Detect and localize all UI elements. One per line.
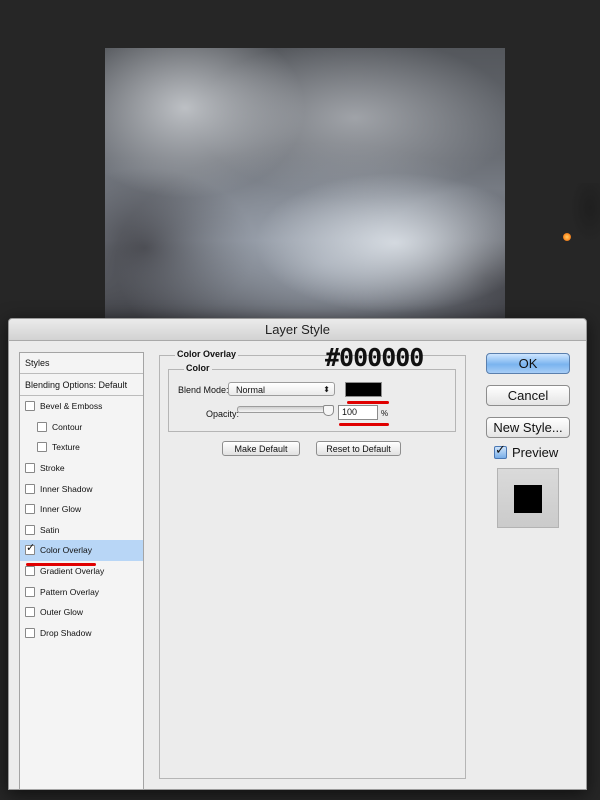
style-item-label: Drop Shadow — [40, 627, 92, 638]
checkbox[interactable] — [25, 463, 35, 474]
style-item-label: Inner Glow — [40, 504, 82, 515]
styles-list-panel: Styles Blending Options: Default Bevel &… — [19, 352, 144, 790]
color-subgroup — [168, 369, 456, 432]
ok-button[interactable]: OK — [486, 353, 570, 374]
style-item-label: Color Overlay — [40, 545, 92, 556]
style-item-label: Stroke — [40, 463, 65, 474]
dialog-title: Layer Style — [9, 319, 586, 341]
blend-mode-select[interactable]: Normal ⬍ — [228, 382, 335, 396]
checkbox[interactable] — [25, 524, 35, 535]
style-item-label: Contour — [52, 421, 83, 432]
checkbox-checked[interactable] — [25, 541, 35, 556]
canvas-image — [105, 48, 600, 330]
overlay-color-swatch[interactable] — [345, 382, 382, 397]
style-item-inner-shadow[interactable]: Inner Shadow — [20, 478, 143, 499]
cancel-button[interactable]: Cancel — [486, 385, 570, 406]
annotation-underline-color-overlay — [26, 563, 96, 566]
checkbox[interactable] — [25, 504, 35, 515]
style-item-label: Satin — [40, 524, 60, 535]
annotation-underline-swatch — [347, 401, 389, 404]
preview-toggle[interactable]: Preview — [494, 443, 559, 460]
opacity-input[interactable]: 100 — [338, 405, 378, 420]
style-item-label: Pattern Overlay — [40, 586, 100, 597]
blend-mode-value: Normal — [236, 385, 266, 395]
hex-annotation: #000000 — [325, 343, 424, 372]
checkbox[interactable] — [25, 627, 35, 638]
reset-to-default-button[interactable]: Reset to Default — [316, 441, 401, 456]
color-overlay-title: Color Overlay — [175, 349, 239, 359]
annotation-underline-opacity — [339, 423, 389, 426]
style-item-label: Inner Shadow — [40, 483, 93, 494]
checkbox[interactable] — [37, 442, 47, 453]
preview-swatch — [514, 485, 542, 513]
style-item-pattern-overlay[interactable]: Pattern Overlay — [20, 581, 143, 602]
style-item-contour[interactable]: Contour — [20, 417, 143, 438]
opacity-slider-thumb[interactable] — [323, 405, 334, 416]
style-item-texture[interactable]: Texture — [20, 437, 143, 458]
checkbox[interactable] — [25, 483, 35, 494]
smoke-plume — [570, 183, 600, 243]
style-item-label: Gradient Overlay — [40, 566, 105, 577]
updown-arrows-icon: ⬍ — [323, 385, 330, 394]
styles-header[interactable]: Styles — [20, 353, 143, 374]
blending-options-item[interactable]: Blending Options: Default — [20, 375, 143, 396]
opacity-unit: % — [381, 409, 389, 418]
opacity-slider-track[interactable] — [237, 406, 334, 413]
preview-checkbox[interactable] — [494, 443, 507, 459]
style-item-drop-shadow[interactable]: Drop Shadow — [20, 623, 143, 644]
checkbox[interactable] — [25, 586, 35, 597]
checkbox[interactable] — [37, 421, 47, 432]
make-default-button[interactable]: Make Default — [222, 441, 300, 456]
style-item-label: Bevel & Emboss — [40, 401, 103, 412]
preview-thumbnail — [497, 468, 559, 528]
preview-label: Preview — [512, 445, 559, 460]
style-item-outer-glow[interactable]: Outer Glow — [20, 602, 143, 623]
checkbox[interactable] — [25, 607, 35, 618]
style-item-satin[interactable]: Satin — [20, 520, 143, 541]
style-item-label: Outer Glow — [40, 607, 83, 618]
blend-mode-label: Blend Mode: — [178, 385, 229, 395]
checkbox[interactable] — [25, 401, 35, 412]
style-item-label: Texture — [52, 442, 80, 453]
checkbox[interactable] — [25, 566, 35, 577]
style-item-stroke[interactable]: Stroke — [20, 458, 143, 479]
style-item-color-overlay[interactable]: Color Overlay — [20, 540, 143, 561]
style-item-bevel-emboss[interactable]: Bevel & Emboss — [20, 396, 143, 417]
fireball — [563, 233, 571, 241]
style-item-inner-glow[interactable]: Inner Glow — [20, 499, 143, 520]
color-subgroup-title: Color — [184, 363, 212, 373]
opacity-label: Opacity: — [206, 409, 240, 419]
new-style-button[interactable]: New Style... — [486, 417, 570, 438]
